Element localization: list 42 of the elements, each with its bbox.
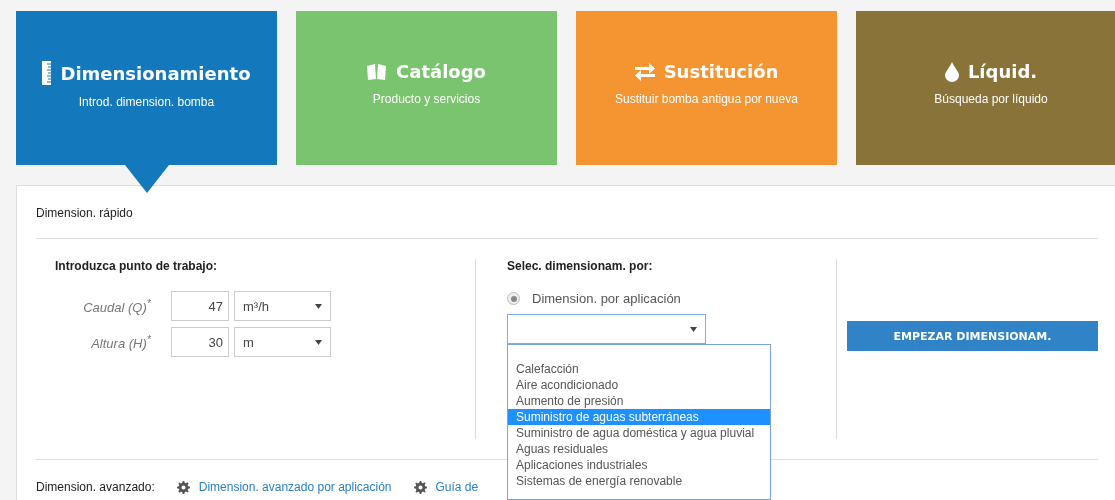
application-select[interactable] — [507, 314, 706, 344]
tile-subtitle: Sustituir bomba antigua por nueva — [615, 92, 798, 106]
radio-button[interactable] — [507, 292, 520, 305]
tile-subtitle: Producto y servicios — [372, 92, 481, 106]
gear-icon — [176, 480, 190, 494]
advanced-link[interactable]: Guía de — [435, 480, 479, 494]
caret-icon — [315, 303, 322, 309]
tile-title: Dimensionamiento — [60, 62, 251, 84]
start-button[interactable]: EMPEZAR DIMENSIONAM. — [847, 321, 1098, 351]
dropdown-option[interactable]: Aguas residuales — [508, 441, 770, 457]
dropdown-option[interactable]: Sistemas de energía renovable — [508, 473, 770, 489]
book-icon — [367, 63, 388, 80]
ruler-icon — [42, 61, 52, 85]
unit-select[interactable]: m — [234, 327, 331, 357]
selection-pointer-icon — [125, 165, 169, 193]
value-input[interactable]: 47 — [171, 291, 229, 321]
caret-icon — [315, 339, 322, 345]
field-label: Caudal (Q)$^{*}$ — [82, 296, 151, 316]
dropdown-option[interactable]: Aumento de presión — [508, 393, 770, 409]
unit-select[interactable]: m³/h — [234, 291, 331, 321]
dropdown-option[interactable]: Aplicaciones industriales — [508, 457, 770, 473]
dropdown-option[interactable]: Calefacción — [508, 361, 770, 377]
advanced-link[interactable]: Dimension. avanzado por aplicación — [198, 480, 392, 494]
tile-title: Catálogo — [396, 61, 486, 82]
value-input[interactable]: 30 — [171, 327, 229, 357]
dropdown-option[interactable]: Suministro de agua doméstica y agua pluvial — [508, 425, 770, 441]
tile-title: Sustitución — [663, 61, 779, 82]
swap-arrows-icon — [634, 62, 655, 81]
gear-icon — [413, 480, 427, 494]
panel-title: Dimension. rápido — [36, 186, 1098, 239]
tile-subtitle: Búsqueda por líquido — [934, 92, 1048, 106]
tile-subtitle: Introd. dimension. bomba — [78, 95, 215, 109]
field-label: Altura (H)$^{*}$ — [90, 332, 151, 352]
drop-icon — [944, 61, 959, 82]
caret-icon — [690, 326, 697, 332]
radio-label: Dimension. por aplicación — [532, 291, 681, 306]
section-heading: Selec. dimensionam. por: — [507, 259, 654, 273]
advanced-label: Dimension. avanzado: — [36, 480, 155, 494]
dropdown-option[interactable]: Aire acondicionado — [508, 377, 770, 393]
nav-tile[interactable]: Líquid. Búsqueda por líquido — [856, 11, 1115, 165]
tile-title: Líquid. — [967, 61, 1038, 82]
section-heading: Introduzca punto de trabajo: — [55, 259, 218, 273]
